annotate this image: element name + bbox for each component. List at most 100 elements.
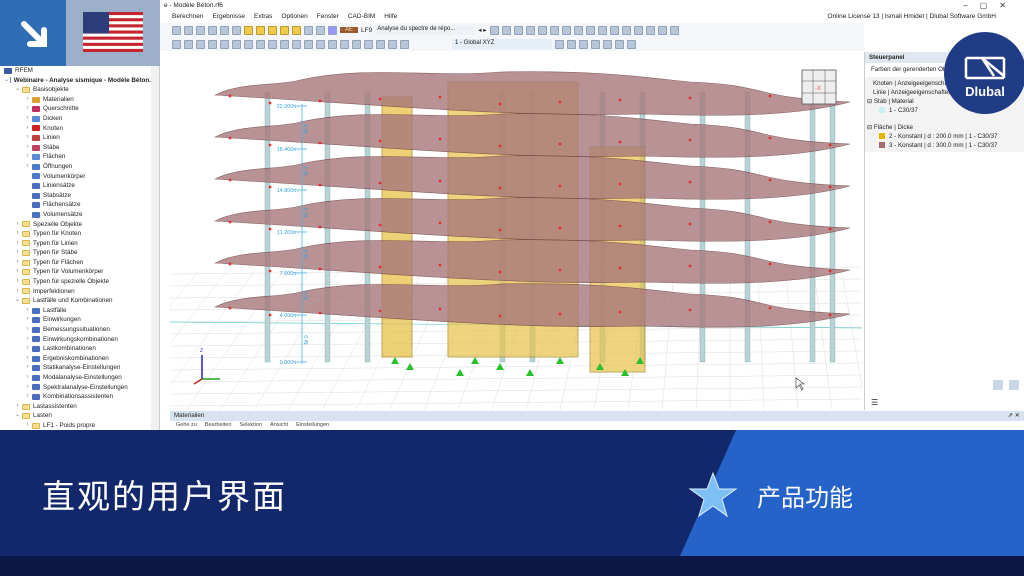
menu-extras[interactable]: Extras: [254, 13, 272, 22]
tree-item[interactable]: › Stäbe: [0, 143, 159, 153]
tool-button[interactable]: [328, 25, 337, 35]
tool-button[interactable]: [328, 39, 337, 49]
tool-button[interactable]: [603, 39, 612, 49]
us-flag-language[interactable]: [66, 0, 160, 66]
structural-model[interactable]: 22.000m Nr.5 18.400m Nr.4 14.800m Nr.3 11.200m…: [170, 52, 862, 410]
tree-item[interactable]: › Typen für Flächen: [0, 258, 159, 268]
menu-fenster[interactable]: Fenster: [317, 13, 339, 22]
chevron-right-icon[interactable]: ›: [14, 258, 21, 268]
chevron-right-icon[interactable]: ›: [24, 315, 31, 325]
tool-button[interactable]: [196, 39, 205, 49]
tree-item[interactable]: › Querschnitte: [0, 104, 159, 114]
tree-item[interactable]: › Bemessungssituationen: [0, 325, 159, 335]
tree-item[interactable]: › Modalanalyse-Einstellungen: [0, 373, 159, 383]
tree-item[interactable]: › Imperfektionen: [0, 287, 159, 297]
chevron-right-icon[interactable]: ›: [14, 267, 21, 277]
tree-item[interactable]: Volumenkörper: [0, 172, 159, 182]
tool-button[interactable]: [232, 39, 241, 49]
tool-button[interactable]: [316, 39, 325, 49]
tree-item[interactable]: › Knoten: [0, 124, 159, 134]
tool-button[interactable]: [268, 39, 277, 49]
tree-root[interactable]: RFEM: [0, 66, 159, 76]
chevron-down-icon[interactable]: ⌄: [14, 411, 21, 421]
menu-cad-bim[interactable]: CAD-BIM: [348, 13, 375, 22]
tree-item[interactable]: › Einwirkungen: [0, 315, 159, 325]
menu-hilfe[interactable]: Hilfe: [384, 13, 397, 22]
chevron-right-icon[interactable]: ›: [24, 354, 31, 364]
tool-button[interactable]: [220, 39, 229, 49]
tree-item[interactable]: › Ergebniskombinationen: [0, 354, 159, 364]
tool-button[interactable]: [579, 39, 588, 49]
tool-button[interactable]: [549, 25, 559, 35]
tree-item[interactable]: ⌄ Webinaire - Analyse sismique - Modèle B…: [0, 76, 159, 86]
3d-viewport[interactable]: 22.000m Nr.5 18.400m Nr.4 14.800m Nr.3 11.200m…: [170, 52, 862, 410]
tool-button[interactable]: [244, 39, 253, 49]
tree-item[interactable]: › Flächen: [0, 152, 159, 162]
menu-ergebnisse[interactable]: Ergebnisse: [212, 13, 245, 22]
tree-item[interactable]: › Lastfälle: [0, 306, 159, 316]
chevron-right-icon[interactable]: ›: [24, 383, 31, 393]
tool-button[interactable]: [525, 25, 535, 35]
tool-button[interactable]: [292, 25, 301, 35]
tool-button[interactable]: [184, 39, 193, 49]
tool-button[interactable]: [597, 25, 607, 35]
tree-item[interactable]: › Statikanalyse-Einstellungen: [0, 363, 159, 373]
chevron-right-icon[interactable]: ›: [24, 306, 31, 316]
chevron-right-icon[interactable]: ›: [14, 287, 21, 297]
tree-item[interactable]: › Materialien: [0, 95, 159, 105]
tool-button[interactable]: [208, 25, 217, 35]
chevron-right-icon[interactable]: ›: [24, 363, 31, 373]
surface-thickness-header[interactable]: ⊟ Fläche | Dicke: [865, 123, 1024, 132]
materials-menu-item[interactable]: Ansicht: [270, 422, 288, 428]
chevron-down-icon[interactable]: ⌄: [14, 296, 21, 306]
tree-item[interactable]: ⌄ Basisobjekte: [0, 85, 159, 95]
chevron-right-icon[interactable]: ›: [14, 277, 21, 287]
tree-item[interactable]: › Typen für Knoten: [0, 229, 159, 239]
chevron-right-icon[interactable]: ›: [24, 104, 31, 114]
back-arrow-tile[interactable]: [0, 0, 66, 66]
tree-item[interactable]: › LF1 - Poids propre: [0, 421, 159, 430]
tool-button[interactable]: [561, 25, 571, 35]
tree-item[interactable]: › Typen für Volumenkörper: [0, 267, 159, 277]
chevron-right-icon[interactable]: ›: [14, 402, 21, 412]
tree-item[interactable]: › Typen für spezielle Objekte: [0, 277, 159, 287]
chevron-right-icon[interactable]: ›: [24, 325, 31, 335]
view-select[interactable]: 1 - Global XYZ: [452, 39, 552, 49]
materials-menu-item[interactable]: Einstellungen: [296, 422, 329, 428]
materials-menu-item[interactable]: Selektion: [239, 422, 262, 428]
chevron-right-icon[interactable]: ›: [14, 220, 21, 230]
tool-button[interactable]: [388, 39, 397, 49]
window-controls[interactable]: –▢✕: [963, 1, 1018, 10]
tree-item[interactable]: › Spezielle Objekte: [0, 220, 159, 230]
chevron-down-icon[interactable]: ⌄: [14, 85, 21, 95]
tool-button[interactable]: [184, 25, 193, 35]
chevron-right-icon[interactable]: ›: [14, 229, 21, 239]
menu-berechnen[interactable]: Berechnen: [172, 13, 203, 22]
tree-scrollbar[interactable]: [151, 66, 159, 430]
tool-button[interactable]: [645, 25, 655, 35]
tool-button[interactable]: [196, 25, 205, 35]
load-case-select[interactable]: Analyse du spectre de répo...: [375, 25, 476, 35]
tree-item[interactable]: Liniensätze: [0, 181, 159, 191]
tree-item[interactable]: › Dicken: [0, 114, 159, 124]
tool-button[interactable]: [376, 39, 385, 49]
menu-optionen[interactable]: Optionen: [281, 13, 307, 22]
tree-item[interactable]: › Öffnungen: [0, 162, 159, 172]
tool-button[interactable]: [304, 39, 313, 49]
tree-item[interactable]: ⌄ Lasten: [0, 411, 159, 421]
tool-button[interactable]: [280, 25, 289, 35]
list-icon[interactable]: ☰: [871, 398, 878, 407]
tool-button[interactable]: [172, 39, 181, 49]
tool-button[interactable]: [537, 25, 547, 35]
tool-button[interactable]: [501, 25, 511, 35]
tool-button[interactable]: [609, 25, 619, 35]
tree-item[interactable]: › Lastkombinationen: [0, 344, 159, 354]
tree-item[interactable]: › Typen für Stäbe: [0, 248, 159, 258]
tool-button[interactable]: [633, 25, 643, 35]
chevron-right-icon[interactable]: ›: [24, 124, 31, 134]
chevron-right-icon[interactable]: ›: [14, 248, 21, 258]
tool-button[interactable]: [244, 25, 253, 35]
tool-button[interactable]: [256, 39, 265, 49]
panel-close-icon[interactable]: ⇗ ✕: [1008, 412, 1020, 419]
tool-button[interactable]: [489, 25, 499, 35]
